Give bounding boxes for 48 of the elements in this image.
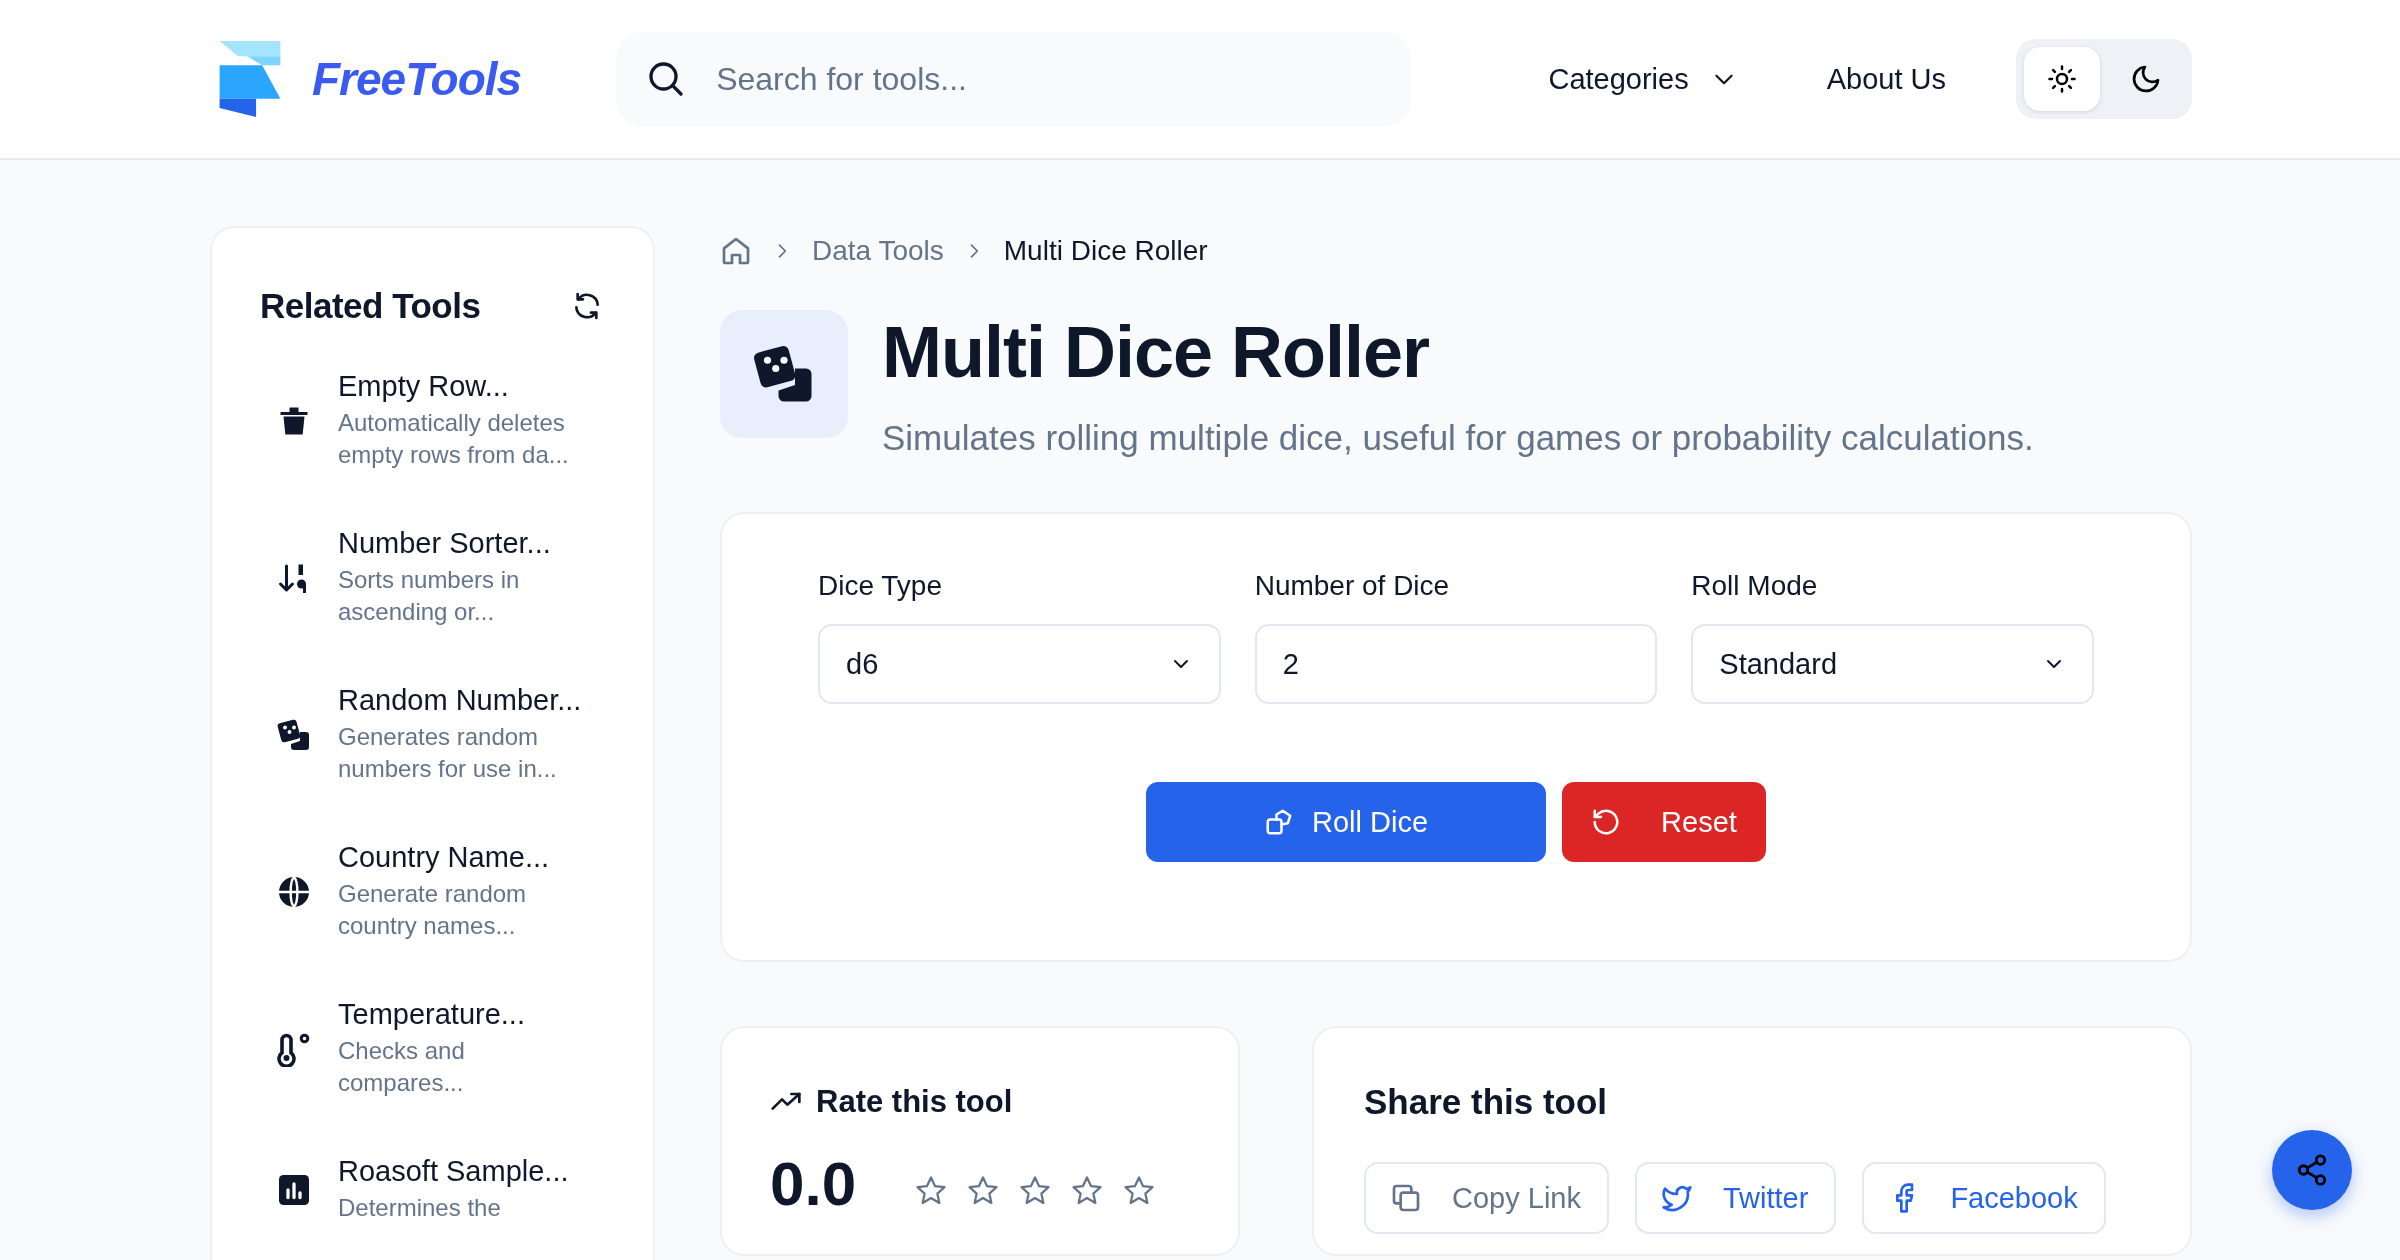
select-field[interactable]: d6 — [818, 624, 1221, 704]
related-tool-item[interactable]: Roasoft Sample... Determines the — [260, 1155, 603, 1224]
reset-button[interactable]: Reset — [1562, 782, 1766, 862]
share-button[interactable] — [2272, 1130, 2352, 1210]
moon-icon — [2130, 63, 2162, 95]
related-tool-item[interactable]: Country Name... Generate random country names... — [260, 841, 603, 942]
share-icon — [2295, 1153, 2329, 1187]
categories-dropdown[interactable]: Categories — [1548, 62, 1737, 96]
card-title: Rate this tool — [816, 1084, 1013, 1120]
roll-dice-button[interactable]: Roll Dice — [1146, 782, 1546, 862]
related-tool-item[interactable]: Random Number... Generates random numbers for use in... — [260, 684, 603, 785]
tool-name: Empty Row... — [338, 370, 510, 403]
number-input-field[interactable]: 2 — [1254, 624, 1658, 704]
tool-description: Determines the — [338, 1193, 502, 1223]
panel-title: Related Tools — [260, 286, 481, 326]
nav-link[interactable]: About Us — [1826, 62, 1946, 96]
page-title: Multi Dice Roller — [882, 311, 1431, 394]
tool-description: Generate random country names... — [338, 879, 528, 941]
light-mode-button[interactable] — [2024, 47, 2100, 111]
tool-description: Generates random numbers for use in... — [338, 722, 558, 784]
tool-description: Sorts numbers in ascending or... — [338, 565, 521, 627]
logo-text[interactable]: FreeTools — [312, 52, 522, 106]
page-subtitle: Simulates rolling multiple dice, useful for games or probability calculations. — [882, 418, 2034, 458]
field-label: Number of Dice — [1254, 570, 1450, 602]
twitter-button[interactable]: Twitter — [1634, 1162, 1837, 1234]
related-tool-item[interactable]: Empty Row... Automatically deletes empty rows from da... — [260, 370, 603, 471]
copy-button[interactable]: Copy Link — [1364, 1162, 1609, 1234]
field-label: Dice Type — [818, 570, 942, 602]
related-tool-item[interactable]: Number Sorter... Sorts numbers in ascending or... — [260, 527, 603, 628]
copy-icon — [1390, 1182, 1422, 1214]
tool-name: Temperature... — [338, 998, 526, 1031]
tool-name: Number Sorter... — [338, 527, 552, 560]
field-label: Roll Mode — [1691, 570, 1818, 602]
tool-name: Roasoft Sample... — [338, 1155, 570, 1188]
sun-icon — [2047, 64, 2077, 94]
breadcrumb-link[interactable]: Data Tools — [812, 235, 944, 267]
home-icon[interactable] — [720, 235, 752, 267]
logo-icon — [218, 41, 282, 117]
rating-score: 0.0 — [770, 1148, 857, 1219]
tool-description: Checks and compares... — [338, 1036, 466, 1098]
tool-name: Random Number... — [338, 684, 583, 717]
tool-description: Automatically deletes empty rows from da... — [338, 408, 570, 470]
undo-icon — [1591, 807, 1622, 837]
tool-name: Country Name... — [338, 841, 551, 874]
facebook-button[interactable]: Facebook — [1862, 1162, 2106, 1234]
select-field[interactable]: Standard — [1691, 624, 2094, 704]
related-tool-item[interactable]: Temperature... Checks and compares... — [260, 998, 603, 1099]
card-title: Share this tool — [1364, 1082, 1609, 1122]
